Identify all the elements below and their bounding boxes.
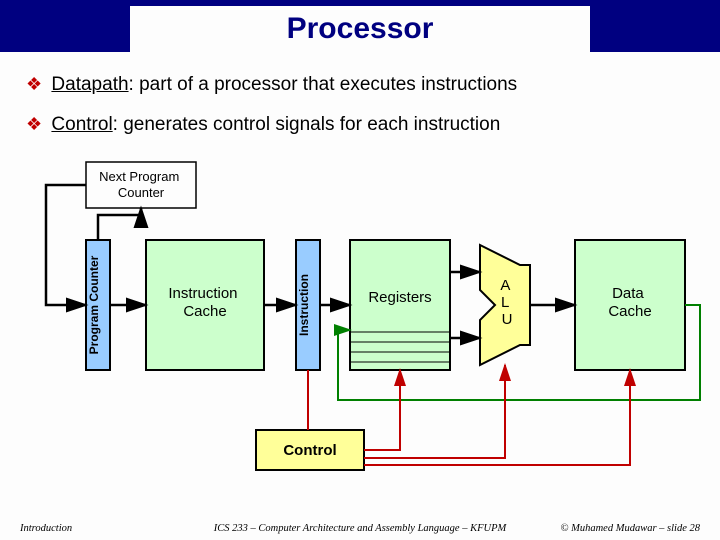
icache-label-l1: Instruction [168,285,237,302]
footer-right: © Muhamed Mudawar – slide 28 [560,523,700,534]
instruction-cache-box: Instruction Cache [146,240,264,370]
alu-l2: L [501,294,509,311]
svg-text:A L U: A L U [500,277,513,328]
dcache-l2: Cache [608,303,651,320]
registers-label: Registers [368,289,431,306]
data-cache-box: Data Cache [575,240,685,370]
svg-text:Data Cache: Data Cache [608,285,651,320]
dcache-l1: Data [612,285,644,302]
alu-l3: U [502,311,513,328]
program-counter-label: Program Counter [87,255,101,354]
program-counter-box: Program Counter [86,240,110,370]
control-label: Control [283,442,336,459]
next-pc-box: Next Program Counter [86,162,196,208]
registers-box: Registers [350,240,450,370]
instruction-label: Instruction [297,274,311,336]
icache-label-l2: Cache [183,303,226,320]
instruction-reg-box: Instruction [296,240,320,370]
control-box: Control [256,430,364,470]
next-pc-label-l1: Next Program [99,169,179,184]
alu-l1: A [500,277,510,294]
next-pc-label-l2: Counter [118,185,165,200]
alu-block: A L U [480,245,530,365]
diagram-svg: Next Program Counter Program Counter Ins… [0,0,720,540]
